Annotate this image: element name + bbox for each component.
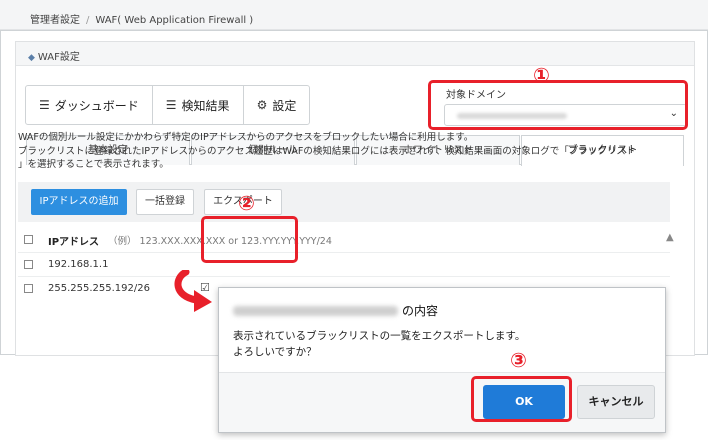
breadcrumb: 管理者設定 / WAF( Web Application Firewall ) <box>0 0 708 30</box>
detection-results-button[interactable]: ☰ 検知結果 <box>153 86 244 124</box>
dialog-message-line: よろしいですか？ <box>233 346 317 358</box>
add-ip-button[interactable]: IPアドレスの追加 <box>31 189 127 215</box>
step-marker-1: ① <box>533 63 550 87</box>
page: 管理者設定 / WAF( Web Application Firewall ) ◆ W… <box>0 0 708 440</box>
dashboard-button[interactable]: ☰ ダッシュボード <box>26 86 153 124</box>
dialog-title: の内容 <box>233 302 438 319</box>
cancel-button[interactable]: キャンセル <box>577 385 655 419</box>
highlight-box-domain <box>428 80 688 130</box>
dialog-domain-redacted <box>233 305 398 316</box>
step-marker-2: ② <box>238 191 255 215</box>
select-all-checkbox[interactable] <box>24 235 33 244</box>
dialog-footer: OK キャンセル <box>219 372 665 432</box>
dialog-title-suffix: の内容 <box>402 304 439 318</box>
sort-up-icon[interactable]: ▲ <box>666 232 674 243</box>
nav-button-group: ☰ ダッシュボード ☰ 検知結果 ⚙ 設定 <box>25 85 311 125</box>
ip-column-header: IPアドレス <box>48 237 100 248</box>
table-header: IPアドレス （例） 123.XXX.XXX.XXX or 123.YYY.YY… <box>18 228 674 252</box>
list-icon: ☰ <box>39 98 50 112</box>
export-confirm-dialog: の内容 表示されているブラックリストの一覧をエクスポートします。 よろしいですか… <box>218 287 666 433</box>
dashboard-label: ダッシュボード <box>54 98 139 113</box>
breadcrumb-current: WAF( Web Application Firewall ) <box>95 15 254 26</box>
row-checkbox[interactable] <box>24 284 33 293</box>
settings-label: 設定 <box>272 98 297 113</box>
pointer-arrow-icon <box>174 270 212 312</box>
gear-icon: ⚙ <box>256 98 268 112</box>
detection-results-label: 検知結果 <box>181 98 230 113</box>
description-line: 」を選択することで表示されます。 <box>18 159 169 170</box>
step-marker-3: ③ <box>510 348 527 372</box>
row-checkbox[interactable] <box>24 260 33 269</box>
highlight-box-export <box>201 216 298 263</box>
table-row: 192.168.1.1 <box>18 252 670 276</box>
list-icon: ☰ <box>165 98 177 112</box>
bulk-register-button[interactable]: 一括登録 <box>136 189 194 215</box>
dialog-message: 表示されているブラックリストの一覧をエクスポートします。 よろしいですか？ <box>233 328 525 360</box>
breadcrumb-root[interactable]: 管理者設定 <box>30 15 80 26</box>
panel-header: ◆ WAF設定 <box>16 42 694 66</box>
action-toolbar: IPアドレスの追加 一括登録 エクスポート <box>18 182 670 222</box>
highlight-box-ok <box>471 376 572 422</box>
ip-value: 192.168.1.1 <box>48 259 109 270</box>
ip-value: 255.255.255.192/26 <box>48 283 150 294</box>
breadcrumb-separator: / <box>86 15 90 26</box>
panel-title: WAF設定 <box>37 52 80 63</box>
settings-button[interactable]: ⚙ 設定 <box>244 86 310 124</box>
dialog-message-line: 表示されているブラックリストの一覧をエクスポートします。 <box>233 330 526 342</box>
description-line: WAFの個別ルール設定にかかわらず特定のIPアドレスからのアクセスをブロックした… <box>18 132 474 143</box>
description-line: ブラックリストに登録されたIPアドレスからのアクセス履歴はWAFの検知結果ログに… <box>18 145 636 157</box>
shield-icon: ◆ <box>28 53 35 63</box>
description: WAFの個別ルール設定にかかわらず特定のIPアドレスからのアクセスをブロックした… <box>18 131 668 172</box>
